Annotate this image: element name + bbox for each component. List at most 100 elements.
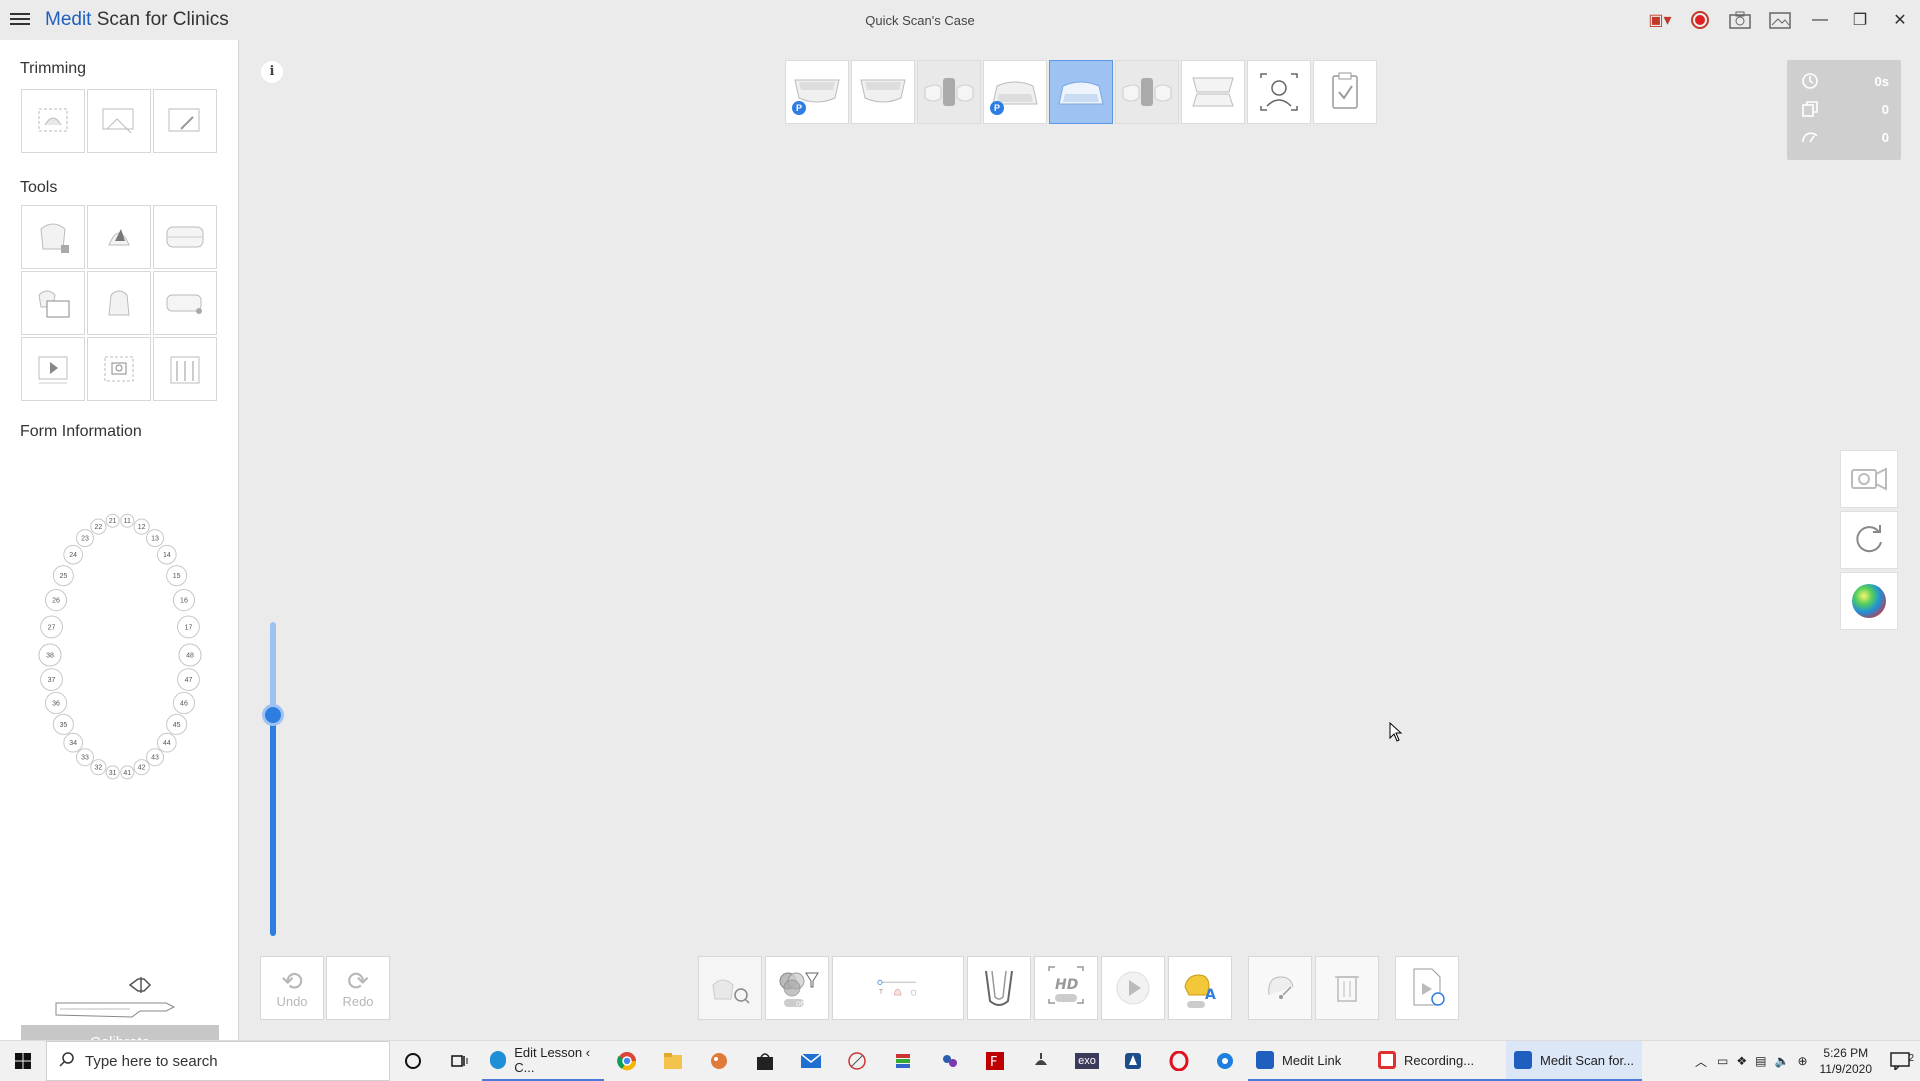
tray-chevron-icon[interactable]: ︿ [1695,1053,1707,1070]
record-icon[interactable] [1680,0,1720,40]
taskbar-edge-app[interactable]: Edit Lesson ‹ C... [482,1041,604,1081]
tooth-44[interactable]: 44 [156,732,177,753]
redo-button[interactable]: ⟳ Redo [326,956,390,1020]
gallery-icon[interactable] [1760,0,1800,40]
tooth-42[interactable]: 42 [133,759,150,776]
hd-toggle-button[interactable]: HD [1034,956,1098,1020]
tooth-15[interactable]: 15 [166,565,188,587]
filter-toggle-button[interactable]: Off [765,956,829,1020]
scan-area-view-button[interactable] [698,956,762,1020]
tooth-27[interactable]: 27 [40,615,63,639]
video-tool[interactable] [21,337,85,401]
fill-tool[interactable] [87,205,151,269]
store-icon[interactable] [742,1041,788,1081]
color-map-icon[interactable] [1840,572,1898,630]
tooth-26[interactable]: 26 [44,589,68,612]
mail-icon[interactable] [788,1041,834,1081]
trim-select-tool[interactable] [21,89,85,153]
app-icon-settings-wheel[interactable] [1202,1041,1248,1081]
tooth-34[interactable]: 34 [63,732,84,753]
restore-button[interactable]: ❐ [1840,0,1880,40]
prep-tool[interactable] [87,271,151,335]
export-button[interactable] [1395,956,1459,1020]
ai-scan-toggle-button[interactable]: A [1168,956,1232,1020]
occlusion-tool[interactable] [153,271,217,335]
lock-tooth-tool[interactable] [21,205,85,269]
refresh-icon[interactable] [1840,511,1898,569]
tooth-38[interactable]: 38 [38,643,62,667]
windows-start-icon[interactable] [0,1041,46,1081]
tooth-41[interactable]: 41 [120,765,135,780]
cortana-icon[interactable] [390,1041,436,1081]
filter-slider-track-lower[interactable] [270,714,276,936]
taskbar-medit-scan-app[interactable]: Medit Scan for... [1506,1041,1642,1081]
app-icon-scanner[interactable] [1018,1041,1064,1081]
tooth-17[interactable]: 17 [177,615,200,639]
tooth-12[interactable]: 12 [133,518,150,535]
screen-record-icon[interactable]: ▣▾ [1640,0,1680,40]
filter-slider-handle[interactable] [262,704,284,726]
task-view-icon[interactable] [436,1041,482,1081]
arch-tool[interactable] [153,205,217,269]
trim-brush-tool[interactable] [153,89,217,153]
play-button[interactable] [1101,956,1165,1020]
tray-dropbox-icon[interactable]: ❖ [1736,1054,1747,1068]
stage-maxilla-scanbody[interactable] [917,60,981,124]
tooth-37[interactable]: 37 [40,668,63,691]
tooth-23[interactable]: 23 [76,529,94,548]
tooth-13[interactable]: 13 [146,529,164,548]
stage-maxilla-pre[interactable]: P [785,60,849,124]
app-icon-shark[interactable] [1110,1041,1156,1081]
filezilla-icon[interactable]: F [972,1041,1018,1081]
chrome-icon[interactable] [604,1041,650,1081]
tooth-21[interactable]: 21 [105,513,120,528]
tooth-16[interactable]: 16 [172,589,196,612]
measure-tool[interactable] [153,337,217,401]
stage-face-scan[interactable] [1247,60,1311,124]
exocad-icon[interactable]: exo [1064,1041,1110,1081]
notification-icon[interactable]: 2 [1880,1052,1920,1070]
tooth-25[interactable]: 25 [52,565,74,587]
filter-slider-track-upper[interactable] [270,622,276,714]
tooth-24[interactable]: 24 [63,544,84,565]
tray-usb-icon[interactable]: ▭ [1717,1054,1728,1068]
taskbar-recording-app[interactable]: Recording... [1370,1041,1506,1081]
stage-mandible-pre[interactable]: P [983,60,1047,124]
camera-icon[interactable] [1720,0,1760,40]
file-explorer-icon[interactable] [650,1041,696,1081]
undo-button[interactable]: ⟲ Undo [260,956,324,1020]
tooth-14[interactable]: 14 [156,544,177,565]
app-icon-snip[interactable] [834,1041,880,1081]
video-camera-icon[interactable] [1840,450,1898,508]
stage-mandible-scanbody[interactable] [1115,60,1179,124]
minimize-button[interactable]: — [1800,0,1840,40]
close-button[interactable]: ✕ [1880,0,1920,40]
taskbar-clock[interactable]: 5:26 PM 11/9/2020 [1820,1045,1873,1077]
stage-occlusion[interactable] [1181,60,1245,124]
tooth-43[interactable]: 43 [146,748,164,767]
delete-button[interactable] [1315,956,1379,1020]
stage-maxilla[interactable] [851,60,915,124]
tooth-31[interactable]: 31 [105,765,120,780]
tooth-36[interactable]: 36 [44,691,68,715]
arch-button[interactable] [967,956,1031,1020]
snapshot-tool[interactable] [87,337,151,401]
tooth-46[interactable]: 46 [172,691,196,715]
app-icon-paint[interactable] [696,1041,742,1081]
tooth-32[interactable]: 32 [90,759,107,776]
taskbar-search[interactable]: Type here to search [46,1041,390,1081]
stage-mandible[interactable] [1049,60,1113,124]
info-icon[interactable]: i [261,61,283,83]
tray-network-icon[interactable]: ▤ [1755,1054,1766,1068]
tray-volume-icon[interactable]: 🔈 [1774,1054,1789,1068]
app-icon-people[interactable] [926,1041,972,1081]
tooth-33[interactable]: 33 [76,748,94,767]
tray-language-icon[interactable]: ⊕ [1797,1054,1807,1068]
tooth-47[interactable]: 47 [177,668,200,691]
remove-data-button[interactable] [1248,956,1312,1020]
opera-icon[interactable] [1156,1041,1202,1081]
app-icon-books[interactable] [880,1041,926,1081]
tooth-35[interactable]: 35 [52,713,74,735]
trim-lasso-tool[interactable] [87,89,151,153]
tooth-45[interactable]: 45 [166,713,188,735]
